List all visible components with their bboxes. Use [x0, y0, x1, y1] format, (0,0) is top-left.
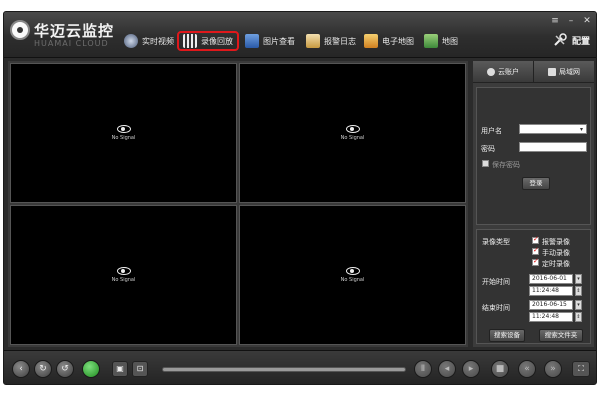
no-signal-label: No Signal: [340, 135, 365, 141]
camera-eye-icon: [116, 125, 131, 133]
chevron-down-icon: ▾: [579, 126, 583, 133]
refresh-icon[interactable]: ↻: [34, 360, 52, 378]
username-dropdown[interactable]: ▾: [519, 124, 587, 134]
globe-icon[interactable]: [82, 360, 100, 378]
app-logo-icon: [10, 20, 30, 40]
lan-icon: [548, 67, 556, 76]
end-time-label: 结束时间: [482, 304, 510, 312]
no-signal-label: No Signal: [111, 135, 136, 141]
nav-playback[interactable]: 录像回放: [177, 31, 239, 51]
emap-icon: [364, 34, 378, 48]
app-window: 华迈云监控 HUAMAI CLOUD 实时视频 录像回放 图片查看 报警日志 电…: [3, 11, 597, 385]
no-signal-label: No Signal: [111, 277, 136, 283]
playback-icon: [183, 34, 197, 48]
start-time-label: 开始时间: [482, 278, 510, 286]
start-date-dropdown[interactable]: ▾: [575, 274, 582, 284]
video-cell-4[interactable]: No Signal: [239, 205, 466, 345]
nav-map[interactable]: 地图: [424, 32, 458, 50]
end-date-dropdown[interactable]: ▾: [575, 300, 582, 310]
lock-icon[interactable]: ⊡: [132, 361, 148, 377]
nav-picture-view[interactable]: 图片查看: [245, 32, 295, 50]
video-grid: No Signal No Signal No Signal No Signal: [8, 61, 468, 347]
scheduled-record-label: 定时录像: [542, 260, 570, 268]
nav-label: 录像回放: [201, 36, 233, 46]
app-subtitle: HUAMAI CLOUD: [34, 39, 109, 48]
alarm-record-label: 报警录像: [542, 238, 570, 246]
alarm-log-icon: [306, 34, 320, 48]
tools-icon: [554, 33, 567, 46]
manual-record-checkbox[interactable]: [532, 246, 539, 255]
cloud-account-icon: [487, 67, 495, 76]
play-icon[interactable]: ▸: [462, 360, 480, 378]
start-time-field[interactable]: 11:24:48: [529, 286, 573, 296]
minimize-icon[interactable]: –: [566, 16, 576, 26]
window-controls: ≡ – ✕: [550, 16, 592, 26]
tab-label: 局域网: [559, 67, 580, 76]
video-cell-1[interactable]: No Signal: [10, 63, 237, 203]
record-search-form: 录像类型 报警录像 手动录像 定时录像 开始时间 2016-06-01 ▾ 11…: [476, 229, 591, 344]
rewind-icon[interactable]: ↺: [56, 360, 74, 378]
record-type-label: 录像类型: [482, 238, 510, 246]
step-back-icon[interactable]: ◂: [438, 360, 456, 378]
fullscreen-icon[interactable]: ⛶: [572, 361, 590, 377]
nav-alarm-log[interactable]: 报警日志: [306, 32, 356, 50]
scheduled-record-checkbox[interactable]: [532, 257, 539, 266]
playback-control-bar: ‹ ↻ ↺ ▣ ⊡ Ⅱ ◂ ▸ ■ « » ⛶: [4, 350, 596, 384]
camera-eye-icon: [345, 267, 360, 275]
nav-realtime-video[interactable]: 实时视频: [124, 32, 174, 50]
close-icon[interactable]: ✕: [582, 16, 592, 26]
config-label: 配置: [571, 36, 590, 47]
tab-lan[interactable]: 局域网: [533, 61, 594, 82]
password-label: 密码: [481, 145, 495, 153]
right-panel: 云账户 局域网 用户名 ▾ 密码 保存密码 登录 录像类型 报警录像 手动录像: [473, 61, 594, 347]
tab-label: 云账户: [498, 67, 519, 76]
app-title: 华迈云监控: [34, 22, 115, 40]
end-time-spinner[interactable]: ⇕: [575, 312, 582, 322]
start-date-field[interactable]: 2016-06-01: [529, 274, 573, 284]
video-cell-3[interactable]: No Signal: [10, 205, 237, 345]
pause-icon[interactable]: Ⅱ: [414, 360, 432, 378]
camera-eye-icon: [116, 267, 131, 275]
search-file-button[interactable]: 搜索文件夹: [539, 329, 583, 342]
config-button[interactable]: 配置: [552, 32, 590, 48]
stop-icon[interactable]: ■: [491, 360, 509, 378]
start-time-spinner[interactable]: ⇕: [575, 286, 582, 296]
snapshot-icon[interactable]: ▣: [112, 361, 128, 377]
alarm-record-checkbox[interactable]: [532, 235, 539, 244]
nav-label: 图片查看: [263, 36, 295, 46]
title-toolbar: 华迈云监控 HUAMAI CLOUD 实时视频 录像回放 图片查看 报警日志 电…: [4, 12, 596, 58]
password-field[interactable]: [519, 142, 587, 152]
slow-icon[interactable]: «: [518, 360, 536, 378]
end-time-field[interactable]: 11:24:48: [529, 312, 573, 322]
nav-label: 报警日志: [324, 36, 356, 46]
end-date-field[interactable]: 2016-06-15: [529, 300, 573, 310]
login-button[interactable]: 登录: [522, 177, 550, 190]
picture-icon: [245, 34, 259, 48]
login-form: 用户名 ▾ 密码 保存密码 登录: [476, 87, 591, 225]
video-cell-2[interactable]: No Signal: [239, 63, 466, 203]
tab-cloud-account[interactable]: 云账户: [473, 61, 533, 82]
manual-record-label: 手动录像: [542, 249, 570, 257]
prev-icon[interactable]: ‹: [12, 360, 30, 378]
fast-forward-icon[interactable]: »: [544, 360, 562, 378]
remember-password-label: 保存密码: [492, 161, 520, 169]
nav-label: 实时视频: [142, 36, 174, 46]
realtime-video-icon: [124, 34, 138, 48]
playback-progress-bar[interactable]: [162, 367, 406, 372]
camera-eye-icon: [345, 125, 360, 133]
search-device-button[interactable]: 搜索设备: [489, 329, 525, 342]
map-icon: [424, 34, 438, 48]
username-label: 用户名: [481, 127, 502, 135]
no-signal-label: No Signal: [340, 277, 365, 283]
account-tabs: 云账户 局域网: [473, 61, 594, 83]
nav-label: 电子地图: [382, 36, 414, 46]
remember-password-checkbox[interactable]: [482, 160, 489, 167]
nav-emap[interactable]: 电子地图: [364, 32, 414, 50]
nav-label: 地图: [442, 36, 458, 46]
menu-icon[interactable]: ≡: [550, 16, 560, 26]
